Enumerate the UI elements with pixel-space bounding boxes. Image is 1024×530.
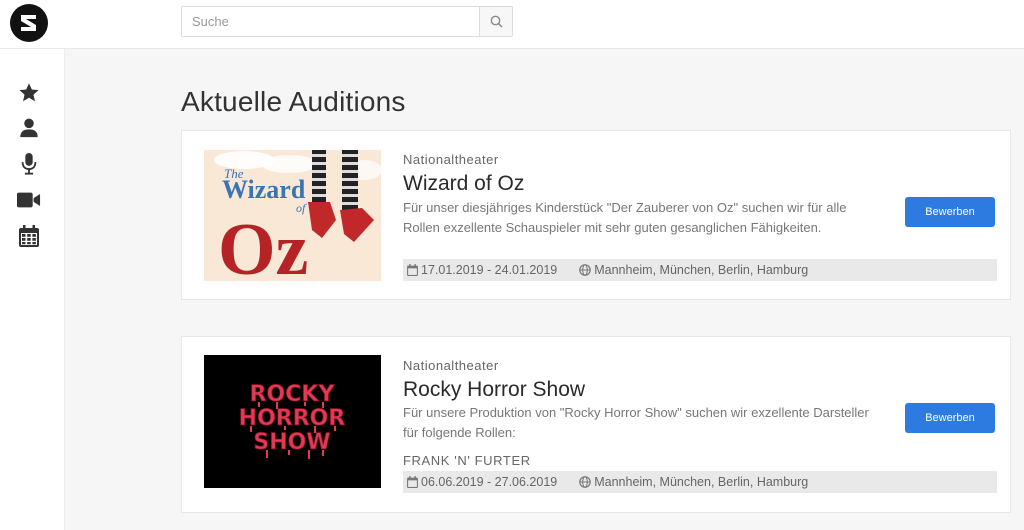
sidebar-item-videos[interactable] xyxy=(17,188,41,212)
user-icon xyxy=(20,118,38,138)
audition-dates-text: 17.01.2019 - 24.01.2019 xyxy=(421,263,558,277)
search-button[interactable] xyxy=(479,7,512,36)
logo-icon xyxy=(21,15,36,31)
audition-poster-image[interactable]: ROCKY HORROR SHOW xyxy=(204,355,381,488)
audition-locations-text: Mannheim, München, Berlin, Hamburg xyxy=(594,263,809,277)
audition-description: Für unsere Produktion von "Rocky Horror … xyxy=(403,405,869,440)
video-icon xyxy=(17,192,41,208)
search-icon xyxy=(490,15,503,28)
audition-dates-text: 06.06.2019 - 27.06.2019 xyxy=(421,475,558,489)
audition-description: Für unser diesjähriges Kinderstück "Der … xyxy=(403,200,847,235)
audition-card: ROCKY HORROR SHOW Nationaltheater Rocky … xyxy=(181,336,1011,513)
poster-horror-text: HORROR xyxy=(239,406,346,431)
microphone-icon xyxy=(21,153,37,175)
top-bar xyxy=(0,0,1024,49)
sidebar-item-profile[interactable] xyxy=(17,116,41,140)
audition-locations: Mannheim, München, Berlin, Hamburg xyxy=(579,263,808,277)
page-title: Aktuelle Auditions xyxy=(181,86,406,117)
audition-organization: Nationaltheater xyxy=(403,152,499,167)
calendar-icon xyxy=(19,225,39,247)
apply-button[interactable]: Bewerben xyxy=(905,197,995,227)
app-logo[interactable] xyxy=(10,4,48,42)
calendar-icon xyxy=(407,476,418,488)
audition-meta-bar: 17.01.2019 - 24.01.2019 Mannheim, Münche… xyxy=(403,259,997,281)
sidebar-item-calendar[interactable] xyxy=(17,224,41,248)
sidebar-item-auditions[interactable] xyxy=(17,152,41,176)
poster-oz-text: Oz xyxy=(218,209,308,281)
audition-title[interactable]: Rocky Horror Show xyxy=(403,378,585,402)
sidebar-item-favorites[interactable] xyxy=(17,81,41,105)
audition-organization: Nationaltheater xyxy=(403,358,499,373)
audition-dates: 06.06.2019 - 27.06.2019 xyxy=(407,475,557,489)
search-input[interactable] xyxy=(182,7,481,36)
sidebar xyxy=(0,49,65,530)
search-box xyxy=(181,6,513,37)
audition-title[interactable]: Wizard of Oz xyxy=(403,172,524,196)
poster-show-text: SHOW xyxy=(253,430,330,455)
audition-meta-bar: 06.06.2019 - 27.06.2019 Mannheim, Münche… xyxy=(403,471,997,493)
audition-locations: Mannheim, München, Berlin, Hamburg xyxy=(579,475,808,489)
audition-dates: 17.01.2019 - 24.01.2019 xyxy=(407,263,557,277)
poster-wizard-text: Wizard xyxy=(222,175,306,204)
audition-card: The Wizard of Oz Nationaltheater Wizard … xyxy=(181,130,1011,300)
globe-icon xyxy=(579,264,592,276)
apply-button[interactable]: Bewerben xyxy=(905,403,995,433)
star-icon xyxy=(19,83,39,102)
audition-locations-text: Mannheim, München, Berlin, Hamburg xyxy=(594,475,809,489)
audition-role: FRANK 'N' FURTER xyxy=(403,453,531,468)
audition-poster-image[interactable]: The Wizard of Oz xyxy=(204,150,381,281)
globe-icon xyxy=(579,476,592,488)
calendar-icon xyxy=(407,264,418,276)
